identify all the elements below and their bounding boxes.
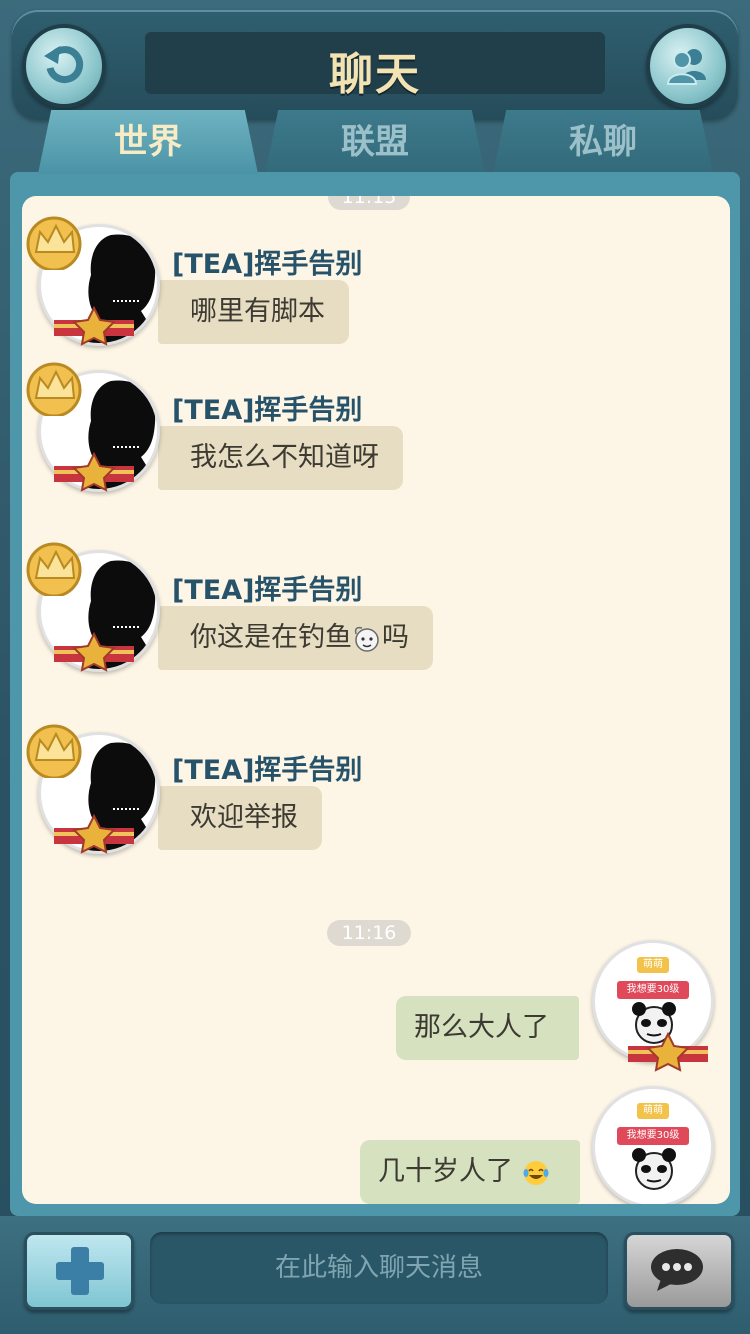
chat-bubble-icon xyxy=(651,1249,703,1291)
crown-icon xyxy=(26,542,82,596)
friends-button[interactable] xyxy=(646,24,730,108)
rank-ribbon-icon xyxy=(628,1032,708,1072)
message-text: 几十岁人了 xyxy=(378,1156,513,1187)
chat-message: 欢迎举报 [TEA]挥手告别 xyxy=(22,724,730,866)
message-text-after: 吗 xyxy=(382,622,409,653)
chat-message: 哪里有脚本 [TEA]挥手告别 xyxy=(22,216,730,358)
my-message-bubble[interactable]: 那么大人了 xyxy=(396,996,579,1060)
my-message-bubble[interactable]: 几十岁人了 xyxy=(360,1140,580,1204)
send-button[interactable] xyxy=(624,1232,734,1310)
chat-message: 我怎么不知道呀 [TEA]挥手告别 xyxy=(22,362,730,504)
sender-name[interactable]: [TEA]挥手告别 xyxy=(172,568,362,607)
page-title: 聊天 xyxy=(329,49,421,100)
sender-name[interactable]: [TEA]挥手告别 xyxy=(172,388,362,427)
timestamp-pill: 11:16 xyxy=(327,920,411,946)
tab-alliance[interactable]: 联盟 xyxy=(265,110,485,174)
panda-face-icon xyxy=(632,1148,676,1190)
timestamp-pill: 11:15 xyxy=(328,196,410,210)
back-button[interactable] xyxy=(22,24,106,108)
chat-message: 你这是在钓鱼吗 [TEA]挥手告别 xyxy=(22,542,730,684)
message-bubble[interactable]: 哪里有脚本 xyxy=(158,280,349,344)
sender-name[interactable]: [TEA]挥手告别 xyxy=(172,242,362,281)
rank-ribbon-icon xyxy=(54,632,134,672)
crown-icon xyxy=(26,362,82,416)
message-text: 你这是在钓鱼 xyxy=(190,622,352,653)
crown-icon xyxy=(26,216,82,270)
rank-ribbon-icon xyxy=(54,452,134,492)
fishing-emoji-icon xyxy=(354,626,379,652)
avatar-badge-bottom: 我想要30级 xyxy=(617,1127,689,1145)
add-button[interactable] xyxy=(24,1232,134,1310)
sender-name[interactable]: [TEA]挥手告别 xyxy=(172,748,362,787)
avatar-badge-top: 萌萌 xyxy=(637,957,669,973)
tab-private-chat[interactable]: 私聊 xyxy=(493,110,713,174)
rank-ribbon-icon xyxy=(54,814,134,854)
chat-message-list[interactable]: 11:15 哪里有脚本 [TEA]挥手告别 我怎么不知道呀 [TEA]挥手告别 … xyxy=(22,196,730,1204)
avatar-badge-top: 萌萌 xyxy=(637,1103,669,1119)
crown-icon xyxy=(26,724,82,778)
message-bubble[interactable]: 你这是在钓鱼吗 xyxy=(158,606,433,670)
message-bubble[interactable]: 欢迎举报 xyxy=(158,786,322,850)
laughing-crying-emoji-icon xyxy=(523,1160,549,1185)
chat-input[interactable] xyxy=(150,1232,608,1304)
friends-icon xyxy=(666,49,706,85)
avatar-badge-bottom: 我想要30级 xyxy=(617,981,689,999)
rank-ribbon-icon xyxy=(54,306,134,346)
tab-world[interactable]: 世界 xyxy=(38,110,258,174)
back-arrow-icon xyxy=(44,46,84,84)
message-bubble[interactable]: 我怎么不知道呀 xyxy=(158,426,403,490)
my-avatar[interactable]: 萌萌 我想要30级 xyxy=(592,1086,714,1204)
